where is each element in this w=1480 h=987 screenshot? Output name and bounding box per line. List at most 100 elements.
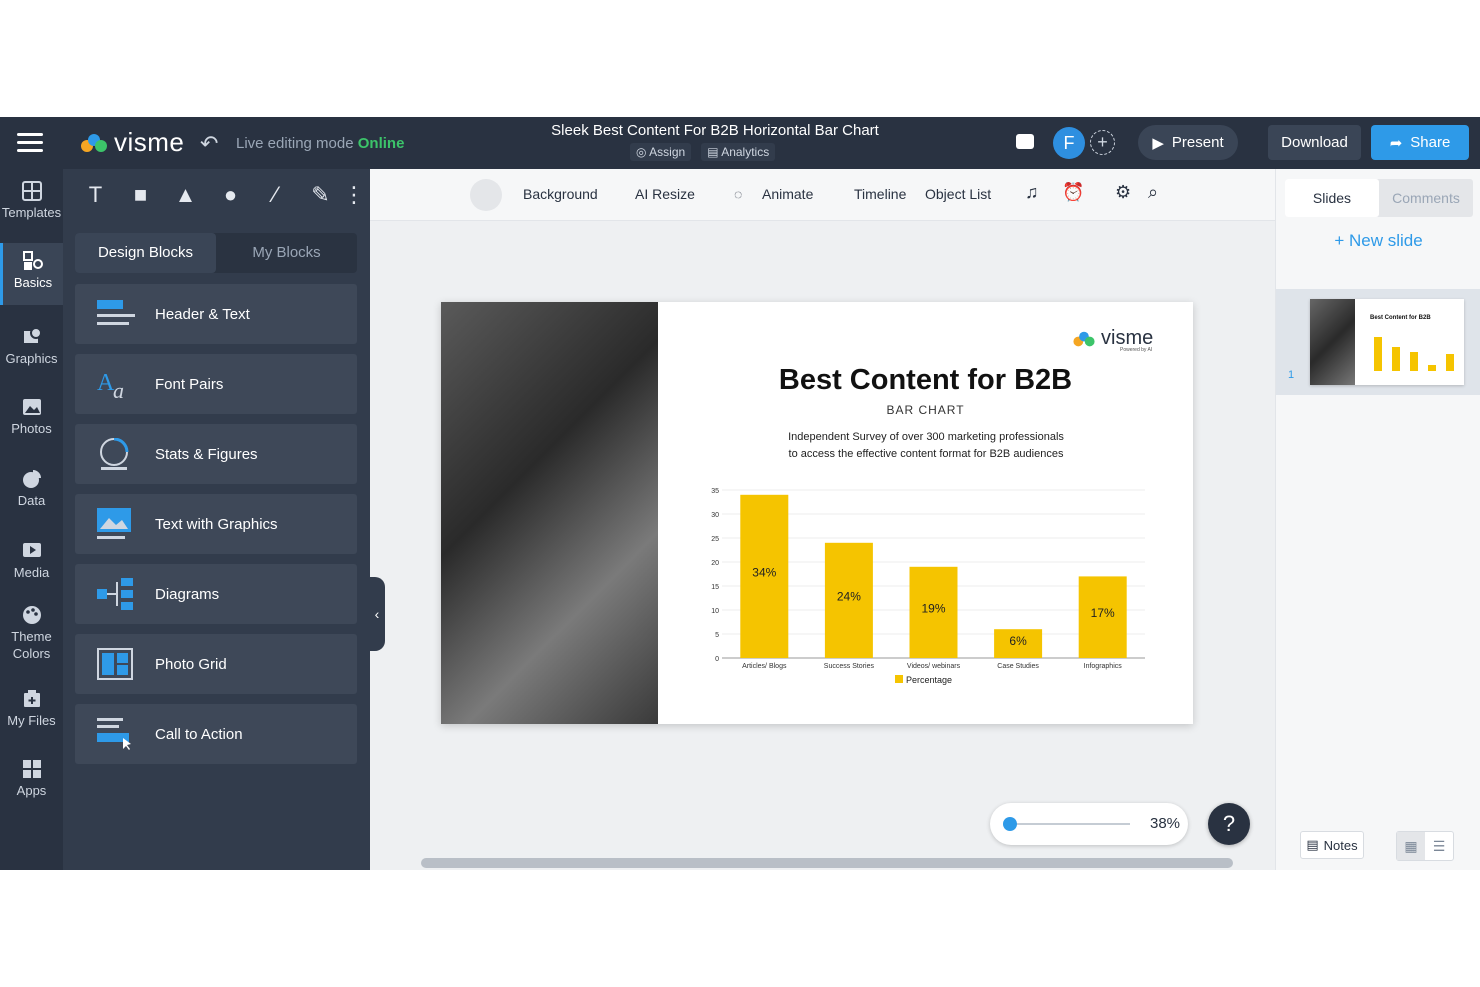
rail-item-theme-colors[interactable]: Theme Colors [0,605,63,671]
y-tick-label: 0 [715,656,719,663]
add-collaborator-icon[interactable]: + [1090,130,1115,155]
block-header-text[interactable]: Header & Text [75,284,357,344]
collapse-panel-chevron-icon[interactable]: ‹ [369,577,385,651]
media-icon [22,543,41,557]
horizontal-scrollbar[interactable] [421,858,1233,868]
rail-item-media[interactable]: Media [0,541,63,591]
zoom-control: 38% [990,803,1188,845]
document-title[interactable]: Sleek Best Content For B2B Horizontal Ba… [440,122,990,139]
timeline-button[interactable]: Timeline [854,186,906,202]
settings-gear-icon[interactable]: ⚙ [1115,182,1131,203]
avatar[interactable]: F [1053,127,1085,159]
slides-panel-footer: ▤ Notes ▦ ☰ [1276,819,1480,870]
rail-item-templates[interactable]: Templates [0,181,63,231]
photo-grid-icon [97,648,133,680]
share-button[interactable]: ➦ Share [1371,125,1469,160]
slide-description[interactable]: Independent Survey of over 300 marketing… [751,429,1101,463]
tab-design-blocks[interactable]: Design Blocks [75,233,216,273]
zoom-value: 38% [1150,815,1181,832]
rail-label: Theme Colors [11,629,52,661]
rail-item-apps[interactable]: Apps [0,759,63,809]
x-tick-label: Case Studies [997,663,1039,670]
block-photo-grid[interactable]: Photo Grid [75,634,357,694]
animate-button[interactable]: Animate [762,186,813,202]
undo-icon[interactable]: ↶ [200,131,218,157]
new-slide-button[interactable]: + New slide [1276,231,1480,251]
rail-item-my-files[interactable]: My Files [0,689,63,739]
top-bar: visme ↶ Live editing mode Online Sleek B… [0,117,1480,169]
preview-search-icon[interactable]: ⌕ [1148,182,1158,203]
y-tick-label: 5 [715,632,719,639]
description-line: Independent Survey of over 300 marketing… [788,431,1064,443]
canvas-toolbar: Background AI Resize ◌ Animate Timeline … [370,169,1275,221]
download-button[interactable]: Download [1268,125,1361,160]
share-arrow-icon: ➦ [1389,134,1403,152]
block-label: Header & Text [155,305,250,323]
block-label: Stats & Figures [155,445,258,463]
music-note-icon[interactable]: ♫ [1025,182,1039,203]
text-tool-icon[interactable]: T [73,177,118,213]
help-button[interactable]: ? [1208,803,1250,845]
notes-button[interactable]: ▤ Notes [1300,831,1364,859]
tab-comments[interactable]: Comments [1379,179,1473,217]
present-button[interactable]: ▶ Present [1138,125,1238,160]
alarm-clock-icon[interactable]: ⏰ [1062,182,1084,203]
more-tools-icon[interactable]: ⋮ [343,177,365,213]
object-list-button[interactable]: Object List [925,186,991,202]
analytics-button[interactable]: ▤ Analytics [701,143,776,161]
templates-icon [21,181,42,201]
pie-chart-icon [22,470,41,488]
photos-icon [22,399,41,415]
block-call-to-action[interactable]: Call to Action [75,704,357,764]
data-label: 34% [752,565,776,579]
block-stats-figures[interactable]: Stats & Figures [75,424,357,484]
animate-icon[interactable]: ◌ [734,186,742,202]
visme-logo[interactable]: visme [78,127,184,158]
zoom-slider-handle[interactable] [1003,817,1017,831]
assign-button[interactable]: ◎ Assign [630,143,692,161]
block-text-with-graphics[interactable]: Text with Graphics [75,494,357,554]
slide-title[interactable]: Best Content for B2B [658,364,1193,397]
insert-tools: T ■ ▲ ● ⁄ ✎ ⋮ [73,177,365,213]
tab-my-blocks[interactable]: My Blocks [216,233,357,273]
slide-canvas[interactable]: visme Powered by AI Best Content for B2B… [441,302,1193,724]
rail-item-photos[interactable]: Photos [0,397,63,447]
bar-chart[interactable]: 0 5 10 15 20 25 30 35 34% Articles/ Blogs 24% Succe… [700,475,1155,695]
slide-thumbnail-row[interactable]: Best Content for B2B 1 [1276,289,1480,395]
block-diagrams[interactable]: Diagrams [75,564,357,624]
comment-icon[interactable] [1016,134,1034,149]
grid-view-icon[interactable]: ▦ [1397,832,1425,860]
slide-kicker[interactable]: BAR CHART [658,403,1193,417]
data-label: 24% [837,589,861,603]
tab-slides[interactable]: Slides [1285,179,1379,217]
block-label: Text with Graphics [155,515,278,533]
circle-tool-icon[interactable]: ● [208,177,253,213]
zoom-slider-track[interactable] [1010,823,1130,825]
rail-label: Photos [11,421,52,436]
ai-resize-button[interactable]: AI Resize [635,186,695,202]
square-tool-icon[interactable]: ■ [118,177,163,213]
visme-editor: visme ↶ Live editing mode Online Sleek B… [0,117,1480,870]
block-label: Photo Grid [155,655,227,673]
list-view-icon[interactable]: ☰ [1425,832,1453,860]
header-text-icon [97,300,135,325]
rail-item-graphics[interactable]: Graphics [0,327,63,377]
rail-item-basics[interactable]: Basics [0,243,63,305]
hamburger-menu-icon[interactable] [17,133,43,153]
notes-label: Notes [1323,837,1358,853]
rail-item-data[interactable]: Data [0,469,63,519]
thumbnail-bar [1446,354,1454,371]
office-illustration-image[interactable] [441,302,658,724]
line-tool-icon[interactable]: ⁄ [253,177,298,213]
svg-text:a: a [113,378,124,400]
pen-tool-icon[interactable]: ✎ [298,177,343,213]
view-toggle: ▦ ☰ [1396,831,1454,861]
background-color-swatch[interactable] [470,179,502,211]
block-font-pairs[interactable]: Aa Font Pairs [75,354,357,414]
background-button[interactable]: Background [523,186,598,202]
data-label: 19% [921,601,945,615]
rail-label: Basics [13,275,53,290]
share-label: Share [1410,134,1451,151]
triangle-tool-icon[interactable]: ▲ [163,177,208,213]
slide-thumbnail[interactable]: Best Content for B2B [1310,299,1464,385]
